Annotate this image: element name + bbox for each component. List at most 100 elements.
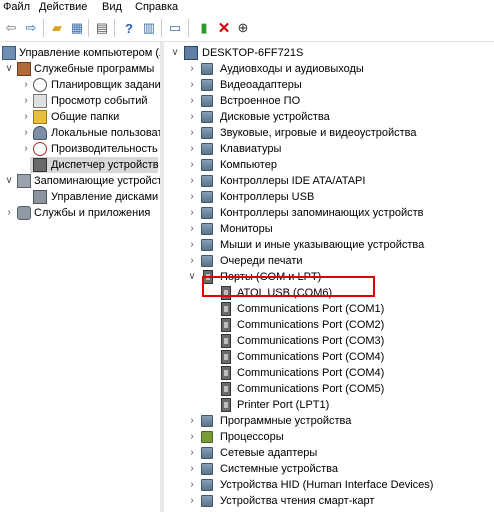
expand-icon[interactable]: › — [21, 109, 31, 125]
storage-controller-icon — [201, 207, 213, 219]
expand-icon[interactable]: › — [187, 173, 197, 189]
tree-item-performance[interactable]: › Производительность — [0, 141, 160, 157]
disk-drive-icon — [201, 111, 213, 123]
expand-icon[interactable]: › — [187, 189, 197, 205]
expand-icon[interactable]: › — [187, 77, 197, 93]
port-icon — [221, 350, 231, 364]
menu-action[interactable]: Действие — [39, 1, 87, 13]
toolbar-separator — [88, 19, 89, 37]
menu-help[interactable]: Справка — [135, 1, 178, 13]
expand-icon[interactable]: › — [187, 493, 197, 509]
tree-item-storage[interactable]: ∨ Запоминающие устройств — [0, 173, 160, 189]
expand-icon[interactable]: › — [21, 77, 31, 93]
tree-item-device-manager[interactable]: Диспетчер устройств — [30, 157, 159, 173]
view-icon[interactable]: ▥ — [140, 19, 158, 37]
tree-item-computer-management[interactable]: ∨ Управление компьютером (л — [0, 45, 160, 61]
expand-icon[interactable]: › — [4, 205, 14, 221]
tree-item-disk-management[interactable]: Управление дисками — [0, 189, 160, 205]
tree-item-local-users[interactable]: › Локальные пользовате — [0, 125, 160, 141]
up-folder-icon[interactable]: ▰ — [48, 19, 66, 37]
highlight-box — [202, 276, 375, 297]
expand-icon[interactable]: › — [187, 61, 197, 77]
audio-icon — [201, 63, 213, 75]
monitor-icon — [201, 223, 213, 235]
shared-folder-icon — [33, 110, 47, 124]
port-icon — [221, 382, 231, 396]
menu-file[interactable]: Файл — [3, 1, 30, 13]
collapse-icon[interactable]: ∨ — [187, 269, 197, 285]
tools-icon — [17, 62, 31, 76]
expand-icon[interactable]: › — [187, 445, 197, 461]
storage-icon — [17, 174, 31, 188]
hid-icon — [201, 479, 213, 491]
collapse-icon[interactable]: ∨ — [4, 173, 14, 189]
port-icon — [221, 302, 231, 316]
port-icon — [221, 398, 231, 412]
expand-icon[interactable]: › — [187, 413, 197, 429]
software-device-icon — [201, 415, 213, 427]
collapse-icon[interactable]: ∨ — [170, 45, 180, 61]
collapse-icon[interactable]: ∨ — [4, 61, 14, 77]
print-queue-icon — [201, 255, 213, 267]
toolbar: ⇦ ⇨ ▰ ▦ ▤ ? ▥ ▭ ▮ ✕ ⊕ — [0, 15, 494, 42]
update-driver-icon[interactable]: ▮ — [195, 19, 213, 37]
smart-card-reader-icon — [201, 495, 213, 507]
tree-item-event-viewer[interactable]: › Просмотр событий — [0, 93, 160, 109]
left-tree-pane[interactable]: ∨ Управление компьютером (л ∨ Служебные … — [0, 42, 160, 512]
expand-icon[interactable]: › — [187, 205, 197, 221]
expand-icon[interactable]: › — [187, 141, 197, 157]
back-icon[interactable]: ⇦ — [2, 19, 20, 37]
toolbar-separator — [188, 19, 189, 37]
port-icon — [221, 366, 231, 380]
users-icon — [33, 126, 47, 140]
disk-icon — [33, 190, 47, 204]
port-icon — [221, 334, 231, 348]
services-icon — [17, 206, 31, 220]
expand-icon[interactable]: › — [187, 461, 197, 477]
tree-item-services[interactable]: › Службы и приложения — [0, 205, 160, 221]
computer-icon — [184, 46, 198, 60]
sound-icon — [201, 127, 213, 139]
expand-icon[interactable]: › — [187, 237, 197, 253]
expand-icon[interactable]: › — [21, 141, 31, 157]
computer-management-icon — [2, 46, 16, 60]
toolbar-separator — [114, 19, 115, 37]
performance-icon — [33, 142, 47, 156]
clock-icon — [33, 78, 47, 92]
show-hide-tree-icon[interactable]: ▦ — [68, 19, 86, 37]
expand-icon[interactable]: › — [21, 93, 31, 109]
help-icon[interactable]: ? — [120, 19, 138, 37]
expand-icon[interactable]: › — [187, 93, 197, 109]
expand-icon[interactable]: › — [187, 157, 197, 173]
expand-icon[interactable]: › — [21, 125, 31, 141]
port-icon — [221, 318, 231, 332]
computer-icon — [201, 159, 213, 171]
pane-splitter[interactable] — [160, 42, 164, 512]
expand-icon[interactable]: › — [187, 253, 197, 269]
system-device-icon — [201, 463, 213, 475]
firmware-icon — [201, 95, 213, 107]
expand-icon[interactable]: › — [187, 429, 197, 445]
toolbar-separator — [161, 19, 162, 37]
mouse-icon — [201, 239, 213, 251]
device-manager-icon — [33, 158, 47, 172]
expand-icon[interactable]: › — [187, 125, 197, 141]
download-icon[interactable]: ⊕ — [234, 19, 252, 37]
expand-icon[interactable]: › — [187, 221, 197, 237]
usb-icon — [201, 191, 213, 203]
forward-icon[interactable]: ⇨ — [22, 19, 40, 37]
menu-view[interactable]: Вид — [102, 1, 122, 13]
tree-item-system-tools[interactable]: ∨ Служебные программы — [0, 61, 160, 77]
tree-item-shared-folders[interactable]: › Общие папки — [0, 109, 160, 125]
expand-icon[interactable]: › — [187, 109, 197, 125]
network-adapter-icon — [201, 447, 213, 459]
properties-icon[interactable]: ▤ — [93, 19, 111, 37]
uninstall-icon[interactable]: ✕ — [215, 19, 233, 37]
event-viewer-icon — [33, 94, 47, 108]
expand-icon[interactable]: › — [187, 477, 197, 493]
keyboard-icon — [201, 143, 213, 155]
display-adapter-icon — [201, 79, 213, 91]
monitor-scan-icon[interactable]: ▭ — [166, 19, 184, 37]
tree-item-task-scheduler[interactable]: › Планировщик заданий — [0, 77, 160, 93]
ide-controller-icon — [201, 175, 213, 187]
